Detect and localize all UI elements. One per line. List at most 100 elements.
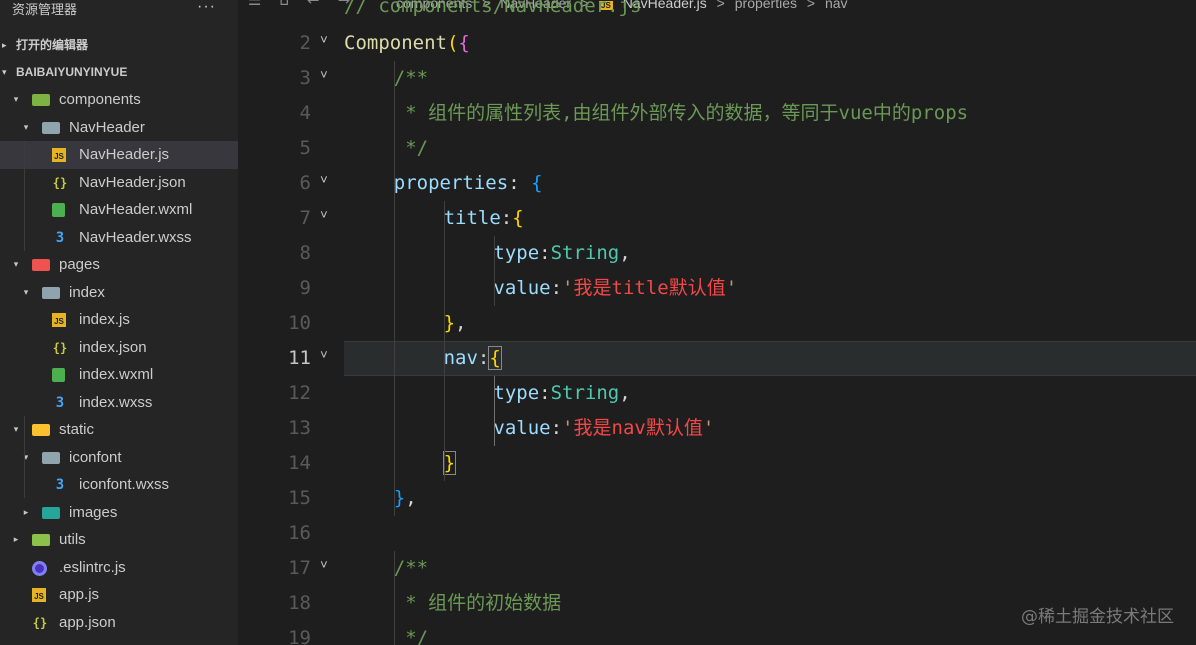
json-file-icon: {} — [32, 615, 48, 630]
code-token: ' — [562, 277, 574, 299]
tree-item-label: index.js — [79, 311, 130, 328]
code-line[interactable]: 17 ˅ /** — [238, 551, 1196, 586]
css-file-icon: 3 — [55, 477, 65, 493]
chevron-down-icon[interactable]: ▾ — [20, 114, 32, 142]
tree-item[interactable]: ▸ images — [0, 499, 238, 527]
tree-item[interactable]: ▾ iconfont — [0, 444, 238, 472]
fold-chevron-icon[interactable]: ˅ — [320, 551, 328, 581]
tree-item[interactable]: ▾ components — [0, 86, 238, 114]
code-line[interactable]: 3 ˅ /** — [238, 61, 1196, 96]
code-token: { — [531, 172, 543, 194]
chevron-down-icon[interactable]: ▾ — [10, 251, 22, 279]
fold-chevron-icon[interactable]: ˅ — [320, 166, 328, 196]
breadcrumb-separator: > — [806, 0, 816, 11]
code-token: * 组件的初始数据 — [393, 592, 562, 614]
code-text: */ — [394, 621, 428, 645]
code-line[interactable]: 4 * 组件的属性列表,由组件外部传入的数据，等同于vue中的props — [238, 96, 1196, 131]
js-file-icon: JS — [32, 588, 46, 602]
chevron-down-icon[interactable]: ▾ — [10, 416, 22, 444]
tree-item[interactable]: 3 NavHeader.wxss — [0, 224, 238, 252]
code-text: properties: { — [394, 166, 543, 201]
fold-chevron-icon[interactable]: ˅ — [320, 61, 328, 91]
tree-item[interactable]: ▸ utils — [0, 526, 238, 554]
tree-item[interactable]: JS app.js — [0, 581, 238, 609]
code-line[interactable]: 2 ˅ Component({ — [238, 26, 1196, 61]
tree-item[interactable]: {} app.json — [0, 609, 238, 637]
code-line[interactable]: 12 type:String, — [238, 376, 1196, 411]
code-line[interactable]: 8 type:String, — [238, 236, 1196, 271]
code-line[interactable]: 6 ˅ properties: { — [238, 166, 1196, 201]
tree-item-label: NavHeader.wxss — [79, 228, 192, 246]
more-actions-icon[interactable]: ··· — [197, 0, 216, 17]
code-token: * 组件的属性列表,由组件外部传入的数据，等同于vue中的props — [393, 102, 969, 124]
code-token: String — [550, 242, 620, 264]
indent-guide — [444, 201, 445, 481]
chevron-down-icon[interactable]: ▾ — [20, 444, 32, 472]
breadcrumb-item[interactable]: properties — [735, 0, 797, 11]
open-editors-section[interactable]: ▸ 打开的编辑器 — [0, 32, 238, 59]
code-editor[interactable]: components > NavHeader > JS NavHeader.js… — [238, 0, 1196, 645]
tree-item[interactable]: 3 index.wxss — [0, 389, 238, 417]
breadcrumb-item[interactable]: nav — [825, 0, 848, 11]
chevron-right-icon[interactable]: ▸ — [20, 499, 32, 527]
chevron-down-icon: ▾ — [2, 67, 7, 77]
code-line[interactable]: 9 value:'我是title默认值' — [238, 271, 1196, 306]
explorer-sidebar: 资源管理器 ··· ▸ 打开的编辑器 ▾ BAIBAIYUNYINYUE ▾ co… — [0, 0, 238, 645]
code-line[interactable]: 7 ˅ title:{ — [238, 201, 1196, 236]
tree-item[interactable]: ▾ static — [0, 416, 238, 444]
line-number: 9 — [299, 277, 311, 299]
tree-item[interactable]: JS NavHeader.js — [0, 141, 238, 169]
code-line[interactable]: 13 value:'我是nav默认值' — [238, 411, 1196, 446]
tree-item[interactable]: 3 iconfont.wxss — [0, 471, 238, 499]
code-line[interactable]: 5 */ — [238, 131, 1196, 166]
tree-item[interactable]: {} NavHeader.json — [0, 169, 238, 197]
fold-chevron-icon[interactable]: ˅ — [320, 341, 328, 371]
tree-item[interactable]: ▾ index — [0, 279, 238, 307]
code-token: } — [442, 451, 457, 475]
chevron-down-icon[interactable]: ▾ — [10, 86, 22, 114]
tree-item-label: static — [59, 421, 95, 438]
tree-item[interactable]: ▾ NavHeader — [0, 114, 238, 142]
code-text: }, — [394, 481, 417, 516]
css-file-icon: 3 — [55, 394, 65, 411]
code-line[interactable]: 10}, — [238, 306, 1196, 341]
line-number: 5 — [299, 137, 311, 159]
bookmark-icon[interactable]: ⌂ — [279, 0, 307, 9]
arrow-back-icon[interactable]: ← — [307, 0, 338, 9]
fold-chevron-icon[interactable]: ˅ — [320, 201, 328, 231]
indent-guide — [394, 61, 395, 516]
fold-chevron-icon[interactable]: ˅ — [320, 26, 328, 56]
code-line[interactable]: 16 — [238, 516, 1196, 551]
tree-item-label: index.json — [79, 338, 147, 356]
tree-item[interactable]: JS index.js — [0, 306, 238, 334]
tree-item-label: NavHeader.wxml — [79, 201, 193, 218]
js-file-icon: JS — [52, 313, 66, 327]
chevron-right-icon[interactable]: ▸ — [10, 526, 22, 554]
line-number: 11 — [288, 347, 311, 369]
chevron-down-icon[interactable]: ▾ — [20, 279, 32, 307]
watermark: @稀土掘金技术社区 — [1021, 607, 1174, 627]
code-token: : — [477, 347, 490, 369]
code-line[interactable]: 14} — [238, 446, 1196, 481]
list-icon[interactable]: ☰ — [248, 0, 279, 9]
code-line[interactable]: 15}, — [238, 481, 1196, 516]
project-section[interactable]: ▾ BAIBAIYUNYINYUE — [0, 59, 238, 86]
tree-item[interactable]: ▾ pages — [0, 251, 238, 279]
code-line[interactable]: 11 ˅ nav:{ — [238, 341, 1196, 376]
line-number: 4 — [299, 102, 311, 124]
line-number: 16 — [288, 522, 311, 544]
tree-item-label: NavHeader.json — [79, 173, 186, 191]
tree-item[interactable]: .eslintrc.js — [0, 554, 238, 582]
line-number: 2 — [299, 32, 311, 54]
code-token: , — [619, 242, 631, 264]
code-token: ' — [562, 417, 574, 439]
code-token: , — [405, 487, 417, 509]
code-text: * 组件的属性列表,由组件外部传入的数据，等同于vue中的props — [394, 96, 968, 131]
code-token: ( — [446, 32, 459, 54]
code-token: nav — [443, 347, 478, 369]
tree-item[interactable]: {} index.json — [0, 334, 238, 362]
code-line-1: // components/NavHeader.js — [344, 0, 642, 17]
code-text: type:String, — [493, 236, 630, 271]
tree-item[interactable]: index.wxml — [0, 361, 238, 389]
tree-item[interactable]: NavHeader.wxml — [0, 196, 238, 224]
